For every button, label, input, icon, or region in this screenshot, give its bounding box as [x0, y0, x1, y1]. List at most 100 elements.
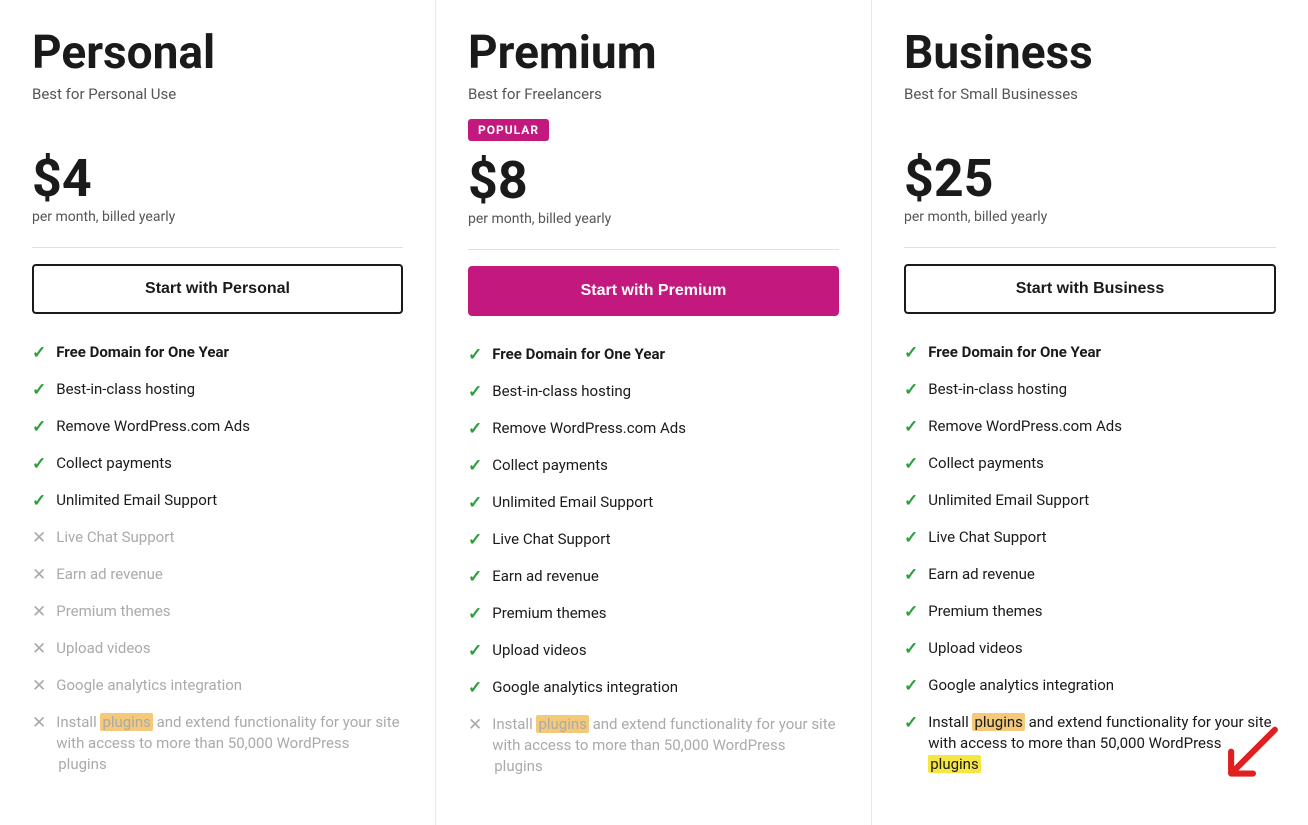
x-icon: ✕: [32, 602, 46, 622]
plan-billing-personal: per month, billed yearly: [32, 209, 403, 225]
feature-text: Live Chat Support: [928, 527, 1046, 548]
feature-text: Live Chat Support: [492, 529, 610, 550]
feature-text: Free Domain for One Year: [492, 344, 665, 365]
x-icon: ✕: [468, 715, 482, 735]
feature-item: ✕ Google analytics integration: [32, 675, 403, 696]
plan-name-personal: Personal: [32, 28, 403, 79]
feature-item: ✓Free Domain for One Year: [468, 344, 839, 365]
check-icon: ✓: [904, 343, 918, 363]
feature-text: Best-in-class hosting: [56, 379, 195, 400]
feature-item: ✓Google analytics integration: [468, 677, 839, 698]
features-list-business: ✓ Free Domain for One Year ✓ Best-in-class …: [904, 342, 1276, 775]
feature-item: ✕ Premium themes: [32, 601, 403, 622]
feature-text: Unlimited Email Support: [492, 492, 653, 513]
feature-text: Upload videos: [56, 638, 150, 659]
feature-item: ✓ Live Chat Support: [904, 527, 1276, 548]
check-icon: ✓: [904, 676, 918, 696]
feature-text: Upload videos: [928, 638, 1022, 659]
feature-item: ✓ Free Domain for One Year: [904, 342, 1276, 363]
feature-text: Collect payments: [56, 453, 172, 474]
plan-price-premium: $8: [468, 155, 839, 207]
check-icon: ✓: [32, 417, 46, 437]
x-icon: ✕: [32, 528, 46, 548]
arrow-decoration: [1218, 721, 1288, 795]
feature-text: Collect payments: [928, 453, 1044, 474]
feature-item: ✓Collect payments: [904, 453, 1276, 474]
feature-text: Google analytics integration: [56, 675, 242, 696]
feature-text: Free Domain for One Year: [56, 342, 229, 363]
plan-col-premium: PremiumBest for FreelancersPOPULAR$8per …: [436, 0, 872, 825]
plan-name-premium: Premium: [468, 28, 839, 79]
feature-item: ✓Earn ad revenue: [468, 566, 839, 587]
plan-name-business: Business: [904, 28, 1276, 79]
feature-text: Live Chat Support: [56, 527, 174, 548]
feature-text: Premium themes: [56, 601, 170, 622]
pricing-grid: Personal Best for Personal Use $4 per month…: [0, 0, 1308, 825]
plan-tagline-business: Best for Small Businesses: [904, 85, 1276, 103]
feature-text: Install plugins and extend functionality…: [56, 712, 403, 775]
feature-item: ✓Remove WordPress.com Ads: [468, 418, 839, 439]
plan-price-personal: $4: [32, 153, 403, 205]
feature-item: ✓ Free Domain for One Year: [32, 342, 403, 363]
popular-badge: POPULAR: [468, 119, 549, 141]
feature-item: ✕ Install plugins and extend functionalit…: [32, 712, 403, 775]
plan-col-business: Business Best for Small Businesses $25 per …: [872, 0, 1308, 825]
check-icon: ✓: [468, 567, 482, 587]
check-icon: ✓: [468, 419, 482, 439]
feature-item: ✓Collect payments: [468, 455, 839, 476]
feature-item: ✕Earn ad revenue: [32, 564, 403, 585]
feature-item: ✓Live Chat Support: [468, 529, 839, 550]
feature-item: ✓ Upload videos: [468, 640, 839, 661]
feature-text: Premium themes: [928, 601, 1042, 622]
check-icon: ✓: [904, 528, 918, 548]
plan-billing-business: per month, billed yearly: [904, 209, 1276, 225]
x-icon: ✕: [32, 639, 46, 659]
check-icon: ✓: [904, 713, 918, 733]
plan-price-business: $25: [904, 153, 1276, 205]
feature-item: ✕ Live Chat Support: [32, 527, 403, 548]
feature-item: ✓Upload videos: [904, 638, 1276, 659]
check-icon: ✓: [32, 343, 46, 363]
x-icon: ✕: [32, 713, 46, 733]
x-icon: ✕: [32, 565, 46, 585]
start-btn-business[interactable]: Start with Business: [904, 264, 1276, 314]
features-list-premium: ✓Free Domain for One Year✓Best-in-class …: [468, 344, 839, 777]
plan-tagline-personal: Best for Personal Use: [32, 85, 403, 103]
feature-item: ✓ Collect payments: [32, 453, 403, 474]
feature-item: ✓ Google analytics integration: [904, 675, 1276, 696]
feature-text: Unlimited Email Support: [928, 490, 1089, 511]
feature-text: Upload videos: [492, 640, 586, 661]
check-icon: ✓: [468, 641, 482, 661]
feature-item: ✓Earn ad revenue: [904, 564, 1276, 585]
feature-item: ✕ Upload videos: [32, 638, 403, 659]
plan-col-personal: Personal Best for Personal Use $4 per month…: [0, 0, 436, 825]
check-icon: ✓: [32, 491, 46, 511]
feature-text: Install plugins and extend functionality…: [492, 714, 839, 777]
feature-text: Remove WordPress.com Ads: [928, 416, 1122, 437]
feature-item: ✓ Unlimited Email Support: [904, 490, 1276, 511]
feature-text: Google analytics integration: [928, 675, 1114, 696]
check-icon: ✓: [904, 602, 918, 622]
feature-item: ✓ Best-in-class hosting: [904, 379, 1276, 400]
check-icon: ✓: [904, 380, 918, 400]
feature-text: Free Domain for One Year: [928, 342, 1101, 363]
start-btn-premium[interactable]: Start with Premium: [468, 266, 839, 316]
feature-text: Best-in-class hosting: [492, 381, 631, 402]
feature-item: ✓ Premium themes: [904, 601, 1276, 622]
x-icon: ✕: [32, 676, 46, 696]
feature-item: ✓ Remove WordPress.com Ads: [32, 416, 403, 437]
feature-item: ✕ Install plugins and extend functionalit…: [468, 714, 839, 777]
feature-text: Best-in-class hosting: [928, 379, 1067, 400]
feature-text: Collect payments: [492, 455, 608, 476]
start-btn-personal[interactable]: Start with Personal: [32, 264, 403, 314]
check-icon: ✓: [32, 454, 46, 474]
plan-tagline-premium: Best for Freelancers: [468, 85, 839, 103]
feature-item: ✓Unlimited Email Support: [468, 492, 839, 513]
feature-text: Remove WordPress.com Ads: [56, 416, 250, 437]
check-icon: ✓: [904, 491, 918, 511]
check-icon: ✓: [468, 382, 482, 402]
check-icon: ✓: [904, 417, 918, 437]
feature-item: ✓ Remove WordPress.com Ads: [904, 416, 1276, 437]
features-list-personal: ✓ Free Domain for One Year ✓ Best-in-class …: [32, 342, 403, 775]
check-icon: ✓: [468, 604, 482, 624]
